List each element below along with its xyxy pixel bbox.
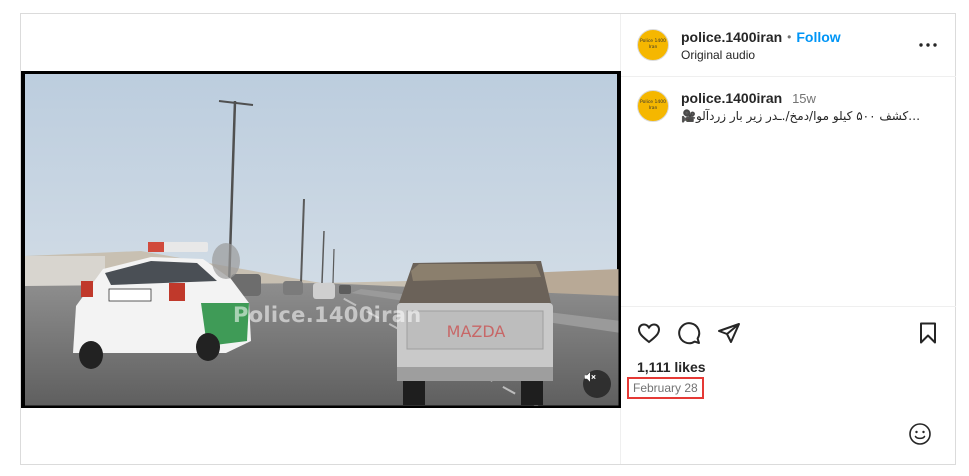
video-player[interactable]: MAZDA Police.1400iran (21, 71, 621, 408)
media-area: MAZDA Police.1400iran (21, 14, 621, 464)
avatar[interactable]: Police 1400 Iran (637, 29, 669, 61)
likes-count[interactable]: 1,111 likes (637, 359, 940, 375)
action-bar: 1,111 likes February 28 (621, 306, 956, 399)
post-header: Police 1400 Iran police.1400iran • Follo… (621, 14, 956, 77)
post-panel: Police 1400 Iran police.1400iran • Follo… (621, 14, 956, 464)
video-watermark: Police.1400iran (233, 303, 422, 327)
caption-avatar-text-line2: Iran (648, 106, 658, 111)
heart-icon[interactable] (637, 321, 661, 345)
caption-body: police.1400iran 15w …کشف ۵۰۰ کیلو موا/دم… (681, 90, 920, 123)
audio-label[interactable]: Original audio (681, 48, 916, 62)
emoji-icon[interactable] (908, 422, 932, 446)
separator-dot: • (787, 29, 792, 44)
follow-button[interactable]: Follow (796, 29, 840, 45)
header-text: police.1400iran • Follow Original audio (681, 29, 916, 62)
comment-icon[interactable] (677, 321, 701, 345)
post-age: 15w (792, 91, 816, 106)
video-frame: MAZDA (21, 71, 621, 408)
more-options-button[interactable] (916, 33, 940, 57)
svg-text:MAZDA: MAZDA (447, 322, 506, 341)
caption-avatar[interactable]: Police 1400 Iran (637, 90, 669, 122)
caption-username[interactable]: police.1400iran (681, 90, 782, 106)
action-icons (637, 321, 940, 345)
author-username[interactable]: police.1400iran (681, 29, 782, 45)
send-icon[interactable] (717, 321, 741, 345)
more-options-icon (919, 43, 937, 47)
caption-section: Police 1400 Iran police.1400iran 15w …کش… (621, 77, 956, 309)
avatar-text-line2: Iran (648, 45, 658, 50)
caption-text: …کشف ۵۰۰ کیلو موا/دمخ/.ـدر زیر بار زردآل… (681, 109, 921, 123)
post-date[interactable]: February 28 (627, 377, 704, 399)
bookmark-icon[interactable] (916, 321, 940, 345)
muted-speaker-icon (584, 372, 596, 382)
post-container: MAZDA Police.1400iran Police 1400 Iran p… (20, 13, 956, 465)
mute-button[interactable] (583, 370, 611, 398)
